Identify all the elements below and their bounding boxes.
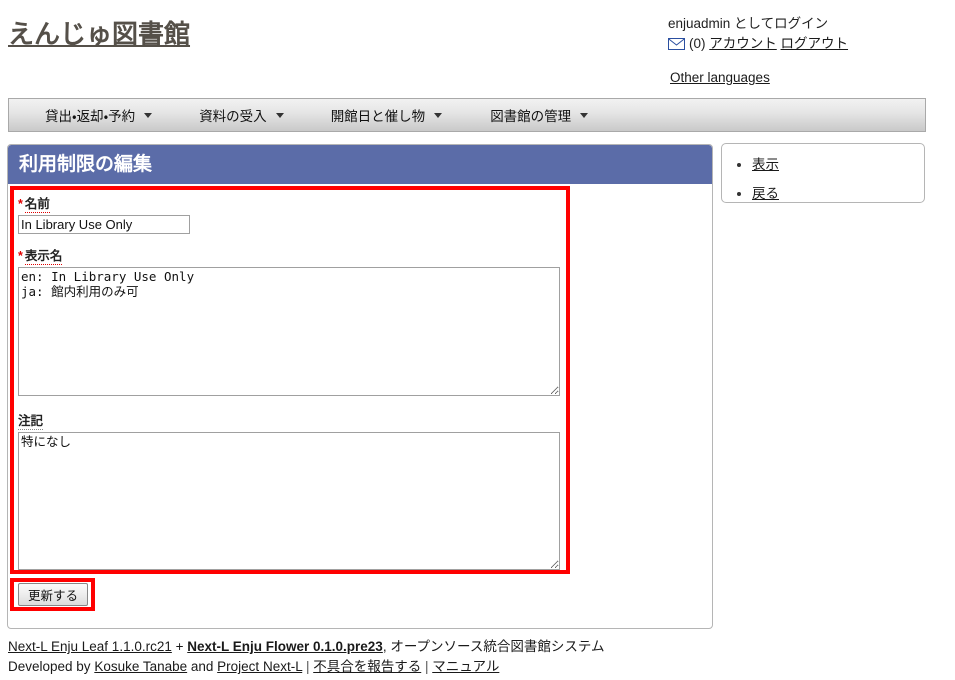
- logout-link[interactable]: ログアウト: [781, 34, 849, 53]
- chevron-down-icon: [144, 112, 153, 118]
- name-field-label: * 名前: [18, 193, 578, 213]
- chevron-down-icon: [275, 112, 284, 118]
- name-label-text: 名前: [24, 197, 50, 213]
- nav-item-administration[interactable]: 図書館の管理: [490, 105, 589, 125]
- footer-separator: |: [421, 659, 433, 674]
- field-name: * 名前: [18, 193, 578, 234]
- enju-flower-link[interactable]: Next-L Enju Flower 0.1.0.pre23: [187, 639, 383, 654]
- nav-item-circulation[interactable]: 貸出・返却・予約: [45, 105, 153, 125]
- footer-plus: +: [171, 639, 188, 654]
- nav-item-acquisition[interactable]: 資料の受入: [199, 105, 284, 125]
- message-count: (0): [689, 36, 706, 51]
- display-name-textarea[interactable]: en: In Library Use Only ja: 館内利用のみ可: [18, 267, 560, 396]
- nav-item-label: 図書館の管理: [490, 109, 572, 124]
- user-group-edit-form: *名前 *表示名 en: In Library Use Only ja: 館内利…: [18, 193, 578, 570]
- envelope-icon[interactable]: [668, 37, 685, 50]
- logged-in-username: enjuadmin: [668, 16, 731, 31]
- nav-item-events[interactable]: 開館日と催し物: [331, 105, 443, 125]
- page-footer: Next-L Enju Leaf 1.1.0.rc21 + Next-L Enj…: [8, 637, 938, 677]
- note-label-text: 注記: [18, 414, 44, 430]
- nav-item-label: 開館日と催し物: [330, 109, 426, 124]
- field-display-name: * 表示名 en: In Library Use Only ja: 館内利用のみ可: [18, 245, 578, 396]
- sidebar-item-back[interactable]: 戻る: [752, 182, 924, 202]
- update-button[interactable]: 更新する: [18, 583, 89, 606]
- nav-item-label: 資料の受入: [199, 109, 267, 124]
- chevron-down-icon: [580, 112, 589, 118]
- author-link[interactable]: Kosuke Tanabe: [94, 659, 187, 674]
- logged-in-suffix: としてログイン: [730, 16, 829, 31]
- display-name-label-text: 表示名: [24, 249, 63, 265]
- nav-item-label: 貸出・返却・予約: [45, 109, 136, 124]
- main-navigation-bar: 貸出・返却・予約 資料の受入 開館日と催し物 図書館の管理: [8, 98, 926, 132]
- account-link[interactable]: アカウント: [709, 34, 777, 53]
- name-input[interactable]: [18, 215, 190, 234]
- footer-tagline: , オープンソース統合図書館システム: [382, 639, 605, 654]
- page-header: えんじゅ図書館 enjuadmin としてログイン (0) アカウント ログアウ…: [0, 0, 955, 98]
- sidebar-item-show[interactable]: 表示: [752, 153, 924, 173]
- sidebar-item-label[interactable]: 表示: [752, 157, 779, 172]
- sidebar-list: 表示 戻る: [722, 144, 924, 202]
- enju-leaf-link[interactable]: Next-L Enju Leaf 1.1.0.rc21: [8, 639, 172, 654]
- chevron-down-icon: [434, 112, 443, 118]
- account-actions-line: (0) アカウント ログアウト: [668, 34, 848, 53]
- user-session-box: enjuadmin としてログイン (0) アカウント ログアウト: [668, 14, 848, 53]
- other-languages-link[interactable]: Other languages: [670, 70, 770, 85]
- sidebar-item-label[interactable]: 戻る: [752, 186, 779, 201]
- note-textarea[interactable]: 特になし: [18, 432, 560, 570]
- page-title: 利用制限の編集: [8, 145, 712, 184]
- report-bug-link[interactable]: 不具合を報告する: [313, 659, 421, 674]
- footer-separator: |: [302, 659, 314, 674]
- note-field-label: 注記: [18, 410, 578, 430]
- sidebar-actions-panel: 表示 戻る: [721, 143, 925, 203]
- footer-line-1: Next-L Enju Leaf 1.1.0.rc21 + Next-L Enj…: [8, 637, 938, 657]
- footer-line-2: Developed by Kosuke Tanabe and Project N…: [8, 657, 938, 677]
- and-text: and: [187, 659, 218, 674]
- field-note: 注記 特になし: [18, 410, 578, 570]
- display-name-field-label: * 表示名: [18, 245, 578, 265]
- developed-by-text: Developed by: [8, 659, 95, 674]
- site-title-link[interactable]: えんじゅ図書館: [8, 18, 190, 50]
- required-marker: *: [18, 197, 23, 211]
- login-status-line: enjuadmin としてログイン: [668, 14, 848, 33]
- manual-link[interactable]: マニュアル: [432, 659, 499, 674]
- project-link[interactable]: Project Next-L: [217, 659, 302, 674]
- required-marker: *: [18, 249, 23, 263]
